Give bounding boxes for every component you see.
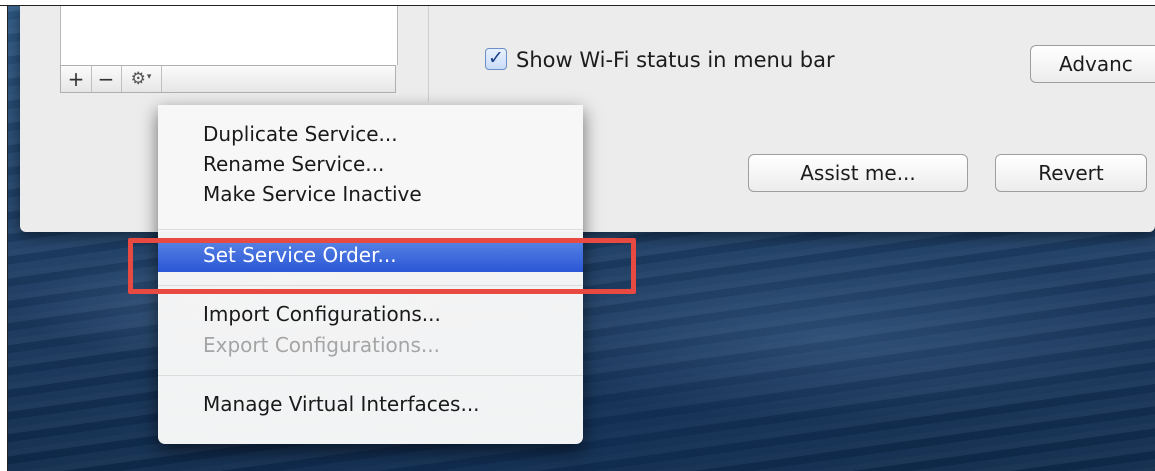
menu-item-duplicate-service[interactable]: Duplicate Service... xyxy=(158,119,583,149)
remove-service-button[interactable]: − xyxy=(91,66,122,92)
menu-item-import-configurations[interactable]: Import Configurations... xyxy=(158,299,583,329)
chevron-down-icon: ▾ xyxy=(146,72,152,82)
menu-item-label: Export Configurations... xyxy=(203,333,440,357)
menu-item-export-configurations: Export Configurations... xyxy=(158,330,583,360)
annotation-highlight-box xyxy=(128,238,636,294)
assist-me-button[interactable]: Assist me... xyxy=(748,154,968,192)
menu-item-label: Duplicate Service... xyxy=(203,122,398,146)
action-menu-button[interactable]: ⚙▾ xyxy=(121,66,162,92)
menu-item-make-service-inactive[interactable]: Make Service Inactive xyxy=(158,179,583,209)
service-list-toolbar: + − ⚙▾ xyxy=(60,65,396,93)
menu-item-label: Import Configurations... xyxy=(203,302,441,326)
menu-item-label: Manage Virtual Interfaces... xyxy=(203,392,480,416)
menu-item-label: Rename Service... xyxy=(203,152,385,176)
revert-button[interactable]: Revert xyxy=(995,154,1147,192)
menu-separator xyxy=(158,229,583,230)
menu-separator xyxy=(158,375,583,376)
menu-item-rename-service[interactable]: Rename Service... xyxy=(158,149,583,179)
pane-divider xyxy=(428,6,429,102)
menu-item-manage-virtual-interfaces[interactable]: Manage Virtual Interfaces... xyxy=(158,389,583,419)
service-list[interactable] xyxy=(60,6,398,65)
desktop-background: + − ⚙▾ ✓ Show Wi-Fi status in menu bar A… xyxy=(8,6,1155,471)
advanced-button[interactable]: Advanc xyxy=(1030,45,1155,83)
show-wifi-status-checkbox[interactable]: ✓ xyxy=(485,48,507,70)
menu-item-label: Make Service Inactive xyxy=(203,182,422,206)
add-service-button[interactable]: + xyxy=(61,66,92,92)
show-wifi-status-label: Show Wi-Fi status in menu bar xyxy=(516,48,835,72)
gear-icon: ⚙ xyxy=(130,69,146,89)
